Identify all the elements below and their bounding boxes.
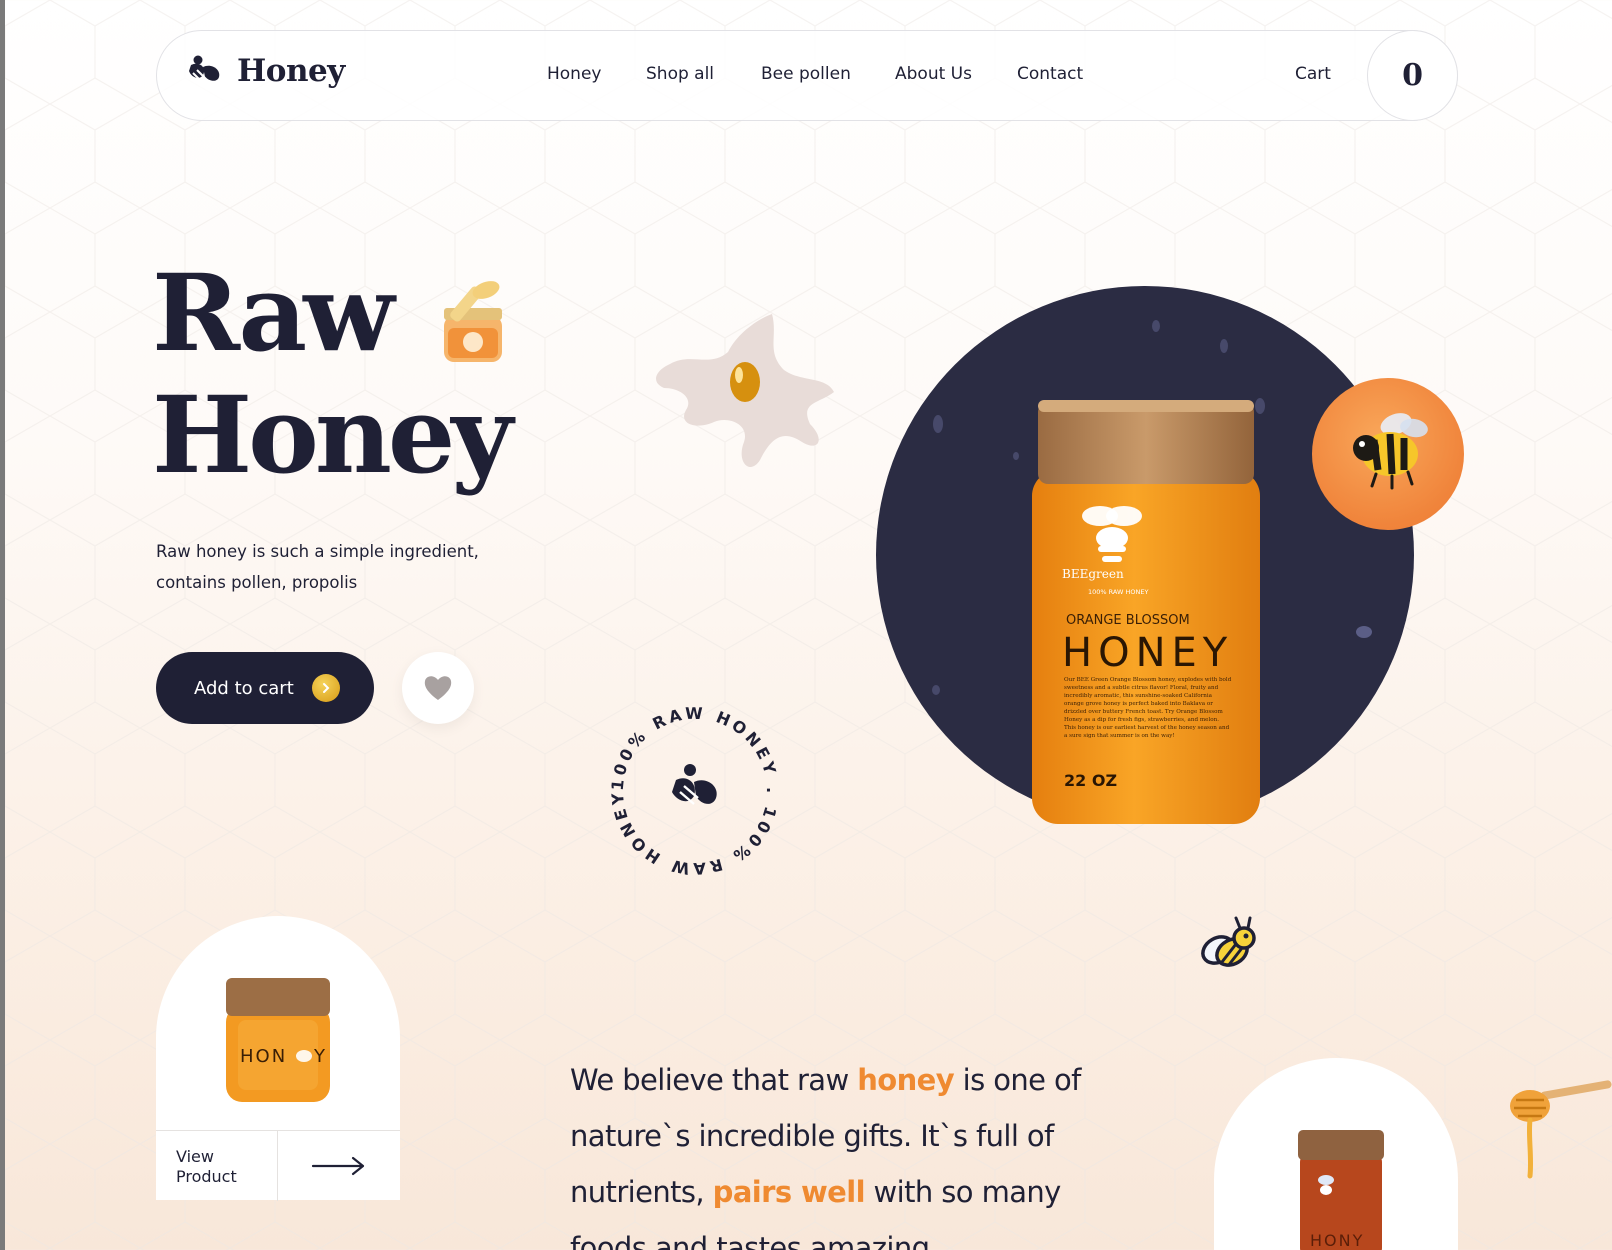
nav-link-about-us[interactable]: About Us — [895, 64, 972, 84]
chevron-right-icon — [312, 674, 340, 702]
svg-text:HONY: HONY — [1310, 1231, 1364, 1250]
raw-honey-seal: 100% RAW HONEY . 100% RAW HONEY . — [600, 696, 779, 878]
jar-flavor-text: ORANGE BLOSSOM — [1066, 613, 1190, 628]
top-navbar: Honey Honey Shop all Bee pollen About Us… — [156, 30, 1458, 121]
product-jar-image-secondary: HONY — [1298, 1130, 1384, 1250]
bee-logo-icon — [189, 55, 220, 86]
jar-tagline-text: 100% RAW HONEY — [1088, 588, 1148, 596]
product-jar-image: HON Y — [226, 978, 330, 1102]
bee-badge — [1312, 378, 1464, 530]
product-card: HON Y View Product — [156, 916, 400, 1201]
statement-highlight-honey: honey — [857, 1063, 955, 1097]
statement-part-1: We believe that raw — [570, 1063, 858, 1097]
add-to-cart-label: Add to cart — [194, 677, 294, 699]
product-card-image-area: HON Y — [156, 916, 400, 1132]
brand-statement: We believe that raw honey is one of natu… — [570, 1052, 1090, 1250]
hero-title-line-2: Honey — [152, 372, 513, 497]
arrow-right-icon — [311, 1156, 365, 1176]
brand-logo[interactable]: Honey — [185, 51, 345, 91]
cart-count-button[interactable]: 0 — [1367, 30, 1458, 121]
svg-text:HON: HON — [240, 1046, 287, 1067]
small-honey-jar-image — [444, 281, 502, 362]
favorite-button[interactable] — [402, 652, 474, 724]
statement-highlight-pairs-well: pairs well — [712, 1175, 866, 1209]
jar-name-text: HONEY — [1062, 630, 1233, 676]
bee-logo-icon — [672, 764, 717, 805]
brand-name: Honey — [237, 53, 345, 89]
view-product-link[interactable]: View Product — [156, 1131, 278, 1201]
view-product-label-2: Product — [176, 1167, 237, 1186]
nav-link-bee-pollen[interactable]: Bee pollen — [761, 64, 851, 84]
svg-text:Y: Y — [313, 1046, 326, 1067]
nav-link-honey[interactable]: Honey — [547, 64, 601, 84]
jar-weight-text: 22 OZ — [1064, 771, 1117, 790]
view-product-arrow-button[interactable] — [278, 1131, 400, 1201]
add-to-cart-button[interactable]: Add to cart — [156, 652, 374, 724]
honey-dipper-image — [1510, 1080, 1612, 1179]
bee-icon — [1353, 413, 1428, 490]
featured-honey-jar-image: BEEgreen 100% RAW HONEY ORANGE BLOSSOM H… — [1032, 400, 1260, 824]
heart-icon — [424, 676, 452, 700]
nav-link-contact[interactable]: Contact — [1017, 64, 1083, 84]
jar-description-text: Our BEE Green Orange Blossom honey, expl… — [1064, 677, 1232, 739]
nav-link-shop-all[interactable]: Shop all — [646, 64, 714, 84]
view-product-label-1: View — [176, 1147, 214, 1166]
jar-brand-text: BEEgreen — [1062, 567, 1124, 581]
hero-subtitle: Raw honey is such a simple ingredient, c… — [156, 542, 479, 592]
honey-splash-image — [656, 314, 834, 467]
bee-illustration-icon — [1201, 916, 1256, 967]
product-card-actions: View Product — [156, 1130, 400, 1201]
cart-link[interactable]: Cart — [1295, 64, 1331, 84]
